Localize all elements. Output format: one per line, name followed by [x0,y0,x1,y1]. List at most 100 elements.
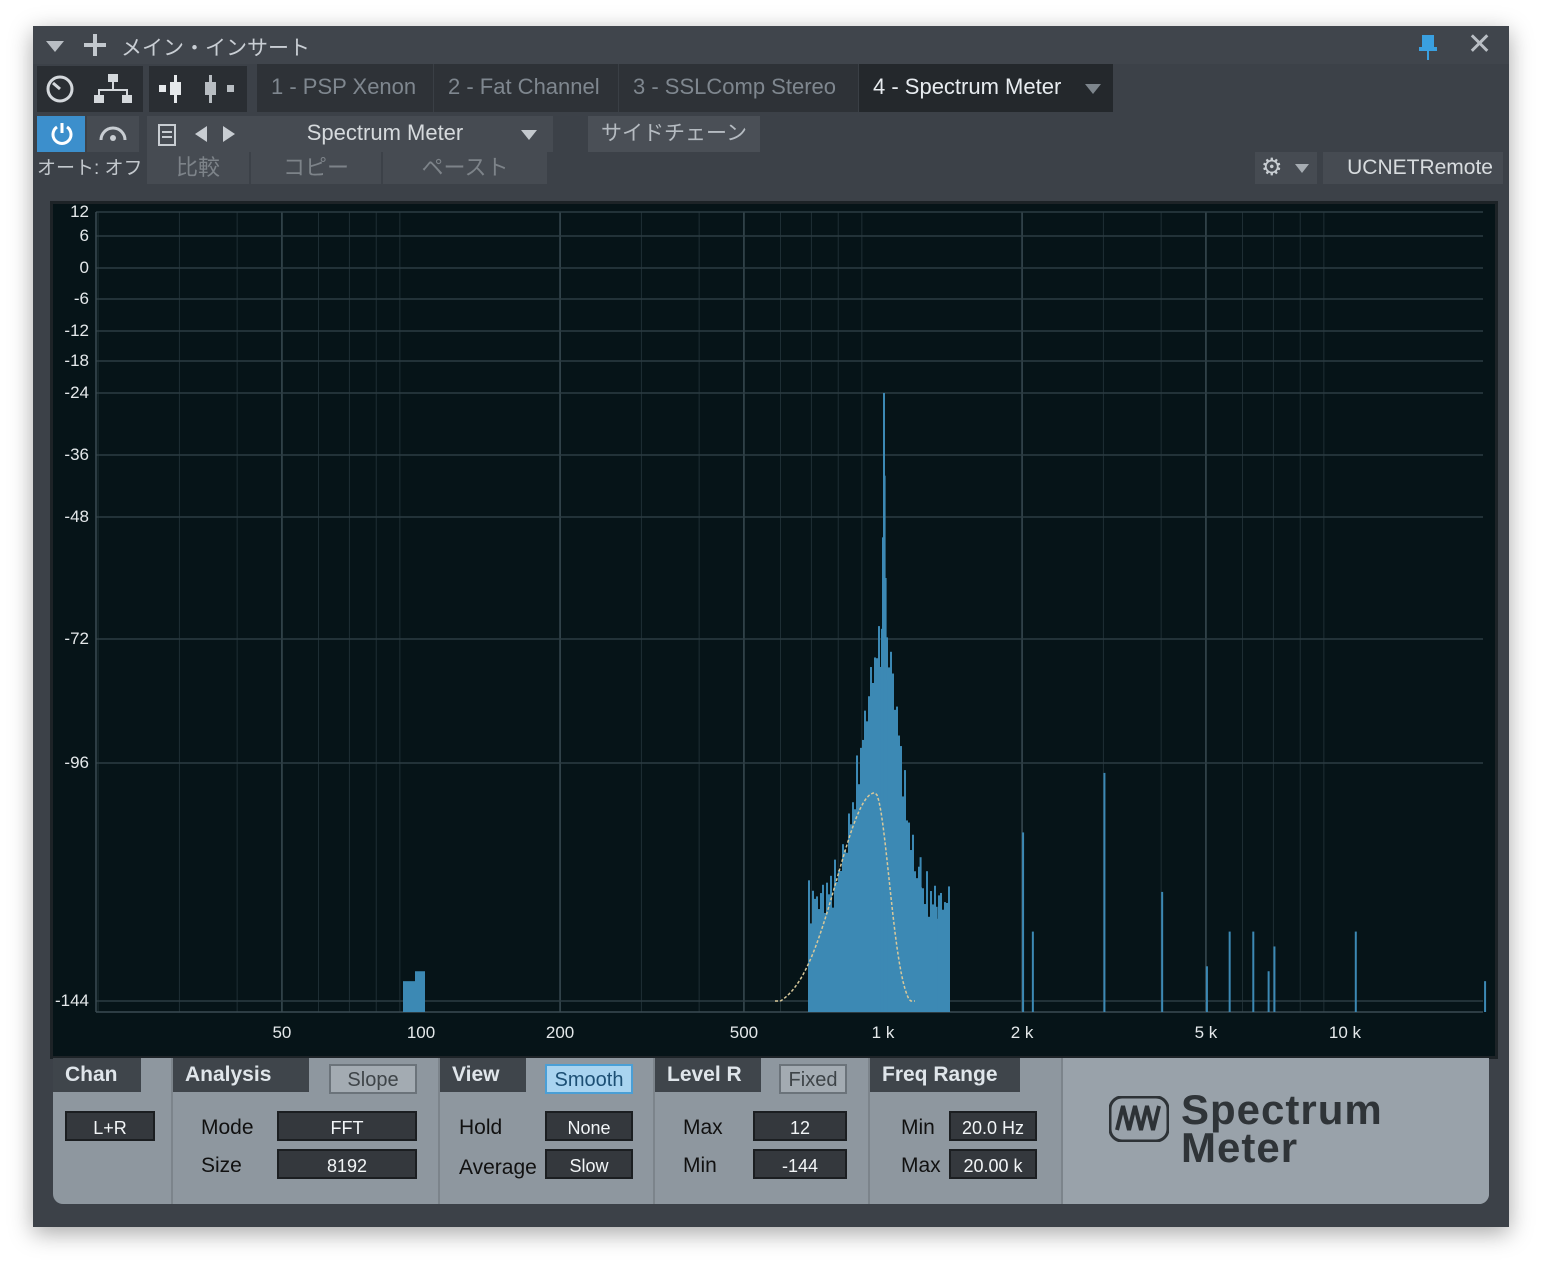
settings-dropdown-icon [1295,164,1309,173]
fixed-button[interactable]: Fixed [779,1064,847,1094]
mode-select[interactable]: FFT [277,1111,417,1141]
spectrum-bar [838,869,840,1012]
next-preset-icon[interactable] [223,126,235,142]
spectrum-bar [910,850,912,1012]
freq-max-field[interactable]: 20.00 k [949,1149,1037,1179]
pin-icon[interactable] [1419,35,1437,61]
remote-label[interactable]: UCNETRemote [1323,152,1503,184]
chan-header: Chan [53,1058,141,1092]
spectrum-bar [922,888,924,1012]
spectrum-bar [830,875,832,1012]
spectrum-bar [942,909,944,1012]
spectrum-bar [411,981,413,1012]
smooth-button[interactable]: Smooth [545,1064,633,1094]
triangle-down-icon[interactable] [46,41,64,52]
spectrum-bar [836,881,838,1012]
spectrum-bar [866,721,868,1012]
spectrum-bar [935,906,938,1012]
tab-spectrum-meter[interactable]: 4 - Spectrum Meter [859,64,1113,112]
channel-right-icon[interactable] [203,75,237,103]
freq-max-label: Max [901,1154,941,1177]
preset-selector[interactable]: Spectrum Meter [251,116,553,152]
settings-menu[interactable]: ⚙ [1255,152,1317,184]
spectrum-bar [848,813,850,1012]
spectrum-bar [415,971,417,1012]
y-axis-label: -36 [64,445,89,464]
spectrum-bar [403,981,405,1012]
spectrum-bar [885,680,888,1012]
hold-select[interactable]: None [545,1111,633,1141]
y-axis-label: -12 [64,321,89,340]
spectrum-bar [1252,931,1255,1012]
average-select[interactable]: Slow [545,1149,633,1179]
close-icon[interactable]: ✕ [1467,30,1492,60]
x-axis-label: 10 k [1328,1023,1362,1042]
mode-label: Mode [201,1116,254,1139]
presonus-logo-icon [1109,1096,1169,1142]
compare-button[interactable]: 比較 [147,152,249,184]
level-max-field[interactable]: 12 [753,1111,847,1141]
spectrum-bar [904,770,906,1012]
spectrum-bar [870,667,872,1012]
tab-sslcomp-stereo[interactable]: 3 - SSLComp Stereo [619,64,859,112]
y-axis-label: -96 [64,753,89,772]
spectrum-bar [924,904,926,1012]
tab-dropdown-icon[interactable] [1085,84,1101,94]
tab-psp-xenon[interactable]: 1 - PSP Xenon [257,64,434,112]
spectrum-bar [856,755,858,1012]
paste-button[interactable]: ペースト [383,152,547,184]
spectrum-bar [844,850,846,1012]
spectrum-bar [914,871,916,1012]
spectrum-bar [407,981,409,1012]
bypass-button[interactable] [87,116,139,152]
tab-fat-channel[interactable]: 2 - Fat Channel [434,64,619,112]
spectrum-bar [1228,931,1231,1012]
insert-tabs: 1 - PSP Xenon 2 - Fat Channel 3 - SSLCom… [257,64,1113,112]
routing-icon[interactable] [94,72,132,106]
prev-preset-icon[interactable] [195,126,207,142]
spectrum-bar [413,981,415,1012]
level-min-field[interactable]: -144 [753,1149,847,1179]
spectrum-bar [860,747,862,1012]
spectrum-bar [824,912,826,1012]
power-button[interactable] [37,116,85,152]
spectrum-bar [814,898,816,1012]
channel-left-icon[interactable] [159,75,189,103]
logo-line-2: Meter [1181,1124,1299,1171]
plus-icon[interactable] [84,34,106,56]
window-title: メイン・インサート [121,37,310,60]
spectrum-bar [916,878,918,1012]
arc-icon [99,126,127,141]
y-axis-label: -6 [73,289,89,308]
average-label: Average [459,1156,537,1179]
y-axis-label: -24 [64,383,89,402]
spectrum-bar [890,651,892,1012]
spectrum-bar [898,735,900,1012]
auto-mode-label[interactable]: オート: オフ [37,154,143,184]
level-range-header: Level R [655,1058,761,1092]
size-select[interactable]: 8192 [277,1149,417,1179]
spectrum-graph [95,211,1487,1013]
y-axis-label: 0 [79,258,89,277]
spectrum-bar [852,802,854,1012]
document-icon[interactable] [157,123,177,147]
spectrum-bar [842,844,844,1012]
freq-min-field[interactable]: 20.0 Hz [949,1111,1037,1141]
spectrum-bar [421,971,423,1012]
sidechain-button[interactable]: サイドチェーン [588,116,760,152]
gauge-icon[interactable] [45,74,75,104]
spectrum-bar [405,981,407,1012]
spectrum-bar [826,882,828,1012]
spectrum-bar [1205,966,1208,1012]
spectrum-bar [810,923,812,1012]
x-axis-label: 100 [406,1023,436,1042]
slope-button[interactable]: Slope [329,1064,417,1094]
freq-min-label: Min [901,1116,935,1139]
copy-button[interactable]: コピー [251,152,381,184]
spectrum-bar [864,710,866,1012]
spectrum-bar [1161,891,1164,1012]
spectrum-bar [892,673,894,1012]
spectrum-bar [932,904,934,1012]
channel-select[interactable]: L+R [65,1111,155,1141]
spectrum-bar [1484,981,1487,1012]
